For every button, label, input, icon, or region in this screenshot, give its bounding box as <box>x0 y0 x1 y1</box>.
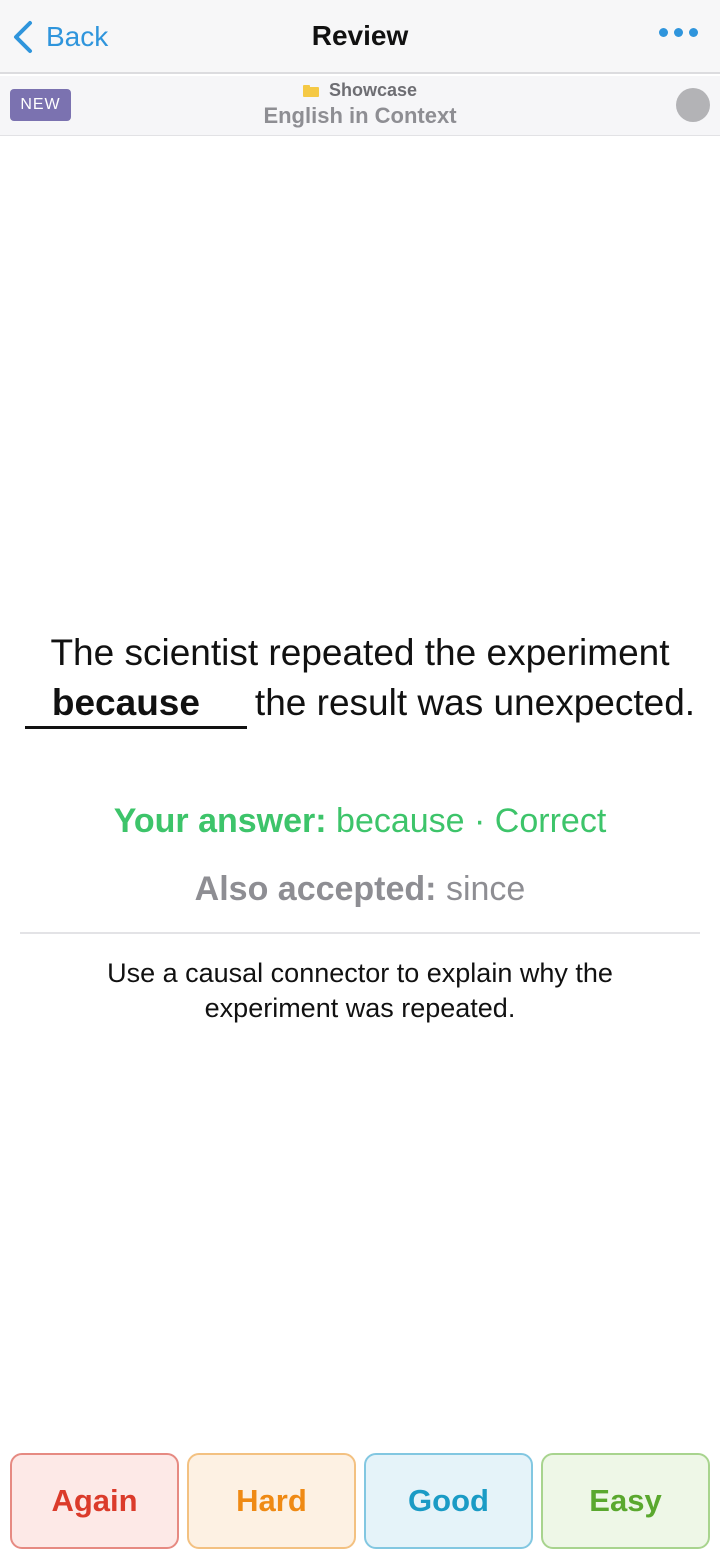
also-accepted-value: since <box>445 870 526 908</box>
hard-button[interactable]: Hard <box>187 1453 356 1549</box>
also-accepted-label: Also accepted: <box>194 870 437 908</box>
cloze-sentence: The scientist repeated the experiment be… <box>20 628 700 729</box>
your-answer-label: Your answer: <box>113 802 327 840</box>
folder-name: Showcase <box>328 80 418 100</box>
your-answer: Your answer: because · Correct <box>0 802 720 841</box>
deck-name: English in Context <box>263 103 457 128</box>
status-indicator[interactable] <box>676 88 710 122</box>
card-hint: Use a causal connector to explain why th… <box>107 958 613 1023</box>
folder-icon <box>302 84 319 97</box>
good-button[interactable]: Good <box>364 1453 533 1549</box>
ellipsis-icon <box>659 28 668 37</box>
easy-button[interactable]: Easy <box>541 1453 710 1549</box>
navigation-bar: Back Review <box>0 0 720 74</box>
rating-bar: Again Hard Good Easy <box>10 1453 710 1549</box>
back-label: Back <box>46 21 109 52</box>
divider <box>20 932 700 934</box>
again-button[interactable]: Again <box>10 1453 179 1549</box>
sentence-after: the result was unexpected. <box>254 682 696 723</box>
deck-folder: Showcase <box>0 80 720 101</box>
chevron-left-icon <box>14 21 32 53</box>
sentence-before: The scientist repeated the experiment <box>50 632 670 673</box>
deck-info: Showcase English in Context <box>0 80 720 129</box>
back-button[interactable]: Back <box>12 17 108 57</box>
deck-header: NEW Showcase English in Context <box>0 76 720 136</box>
more-options-button[interactable] <box>659 28 698 37</box>
also-accepted: Also accepted: since <box>0 870 720 909</box>
cloze-answer: because <box>24 680 247 729</box>
your-answer-value: because · Correct <box>336 802 607 840</box>
